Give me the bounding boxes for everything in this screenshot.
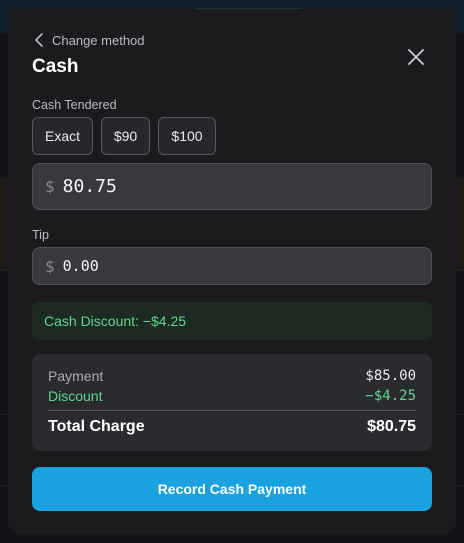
quick-amount-exact-button[interactable]: Exact (32, 117, 93, 155)
payment-summary: Payment $85.00 Discount −$4.25 Total Cha… (32, 354, 432, 451)
cash-discount-banner: Cash Discount: −$4.25 (32, 302, 432, 340)
tip-label: Tip (32, 228, 49, 242)
summary-row-discount: Discount −$4.25 (48, 388, 416, 404)
dialog-title: Cash (32, 56, 79, 77)
discount-amount: −$4.25 (365, 388, 416, 404)
discount-label: Discount (48, 388, 103, 404)
tip-value: 0.00 (62, 257, 99, 275)
tip-input[interactable]: $ 0.00 (32, 247, 432, 285)
currency-symbol: $ (45, 177, 55, 196)
change-method-label: Change method (52, 32, 145, 48)
currency-symbol: $ (45, 256, 55, 276)
cash-payment-dialog: Change method Cash Cash Tendered Exact $… (8, 9, 456, 534)
chevron-left-icon (35, 33, 43, 47)
close-icon (408, 49, 424, 65)
change-method-link[interactable]: Change method (34, 31, 145, 49)
cash-tendered-input[interactable]: $ 80.75 (32, 163, 432, 210)
record-cash-payment-button[interactable]: Record Cash Payment (32, 467, 432, 511)
summary-row-total: Total Charge $80.75 (48, 418, 416, 436)
summary-row-payment: Payment $85.00 (48, 368, 416, 384)
close-button[interactable] (404, 45, 428, 69)
cash-tendered-label: Cash Tendered (32, 98, 117, 112)
payment-label: Payment (48, 368, 104, 384)
quick-amount-90-button[interactable]: $90 (101, 117, 150, 155)
cash-tendered-value: 80.75 (62, 176, 117, 197)
summary-divider (48, 410, 416, 411)
payment-amount: $85.00 (365, 368, 416, 384)
total-charge-label: Total Charge (48, 418, 145, 435)
quick-amount-100-button[interactable]: $100 (158, 117, 216, 155)
total-charge-amount: $80.75 (367, 418, 416, 435)
